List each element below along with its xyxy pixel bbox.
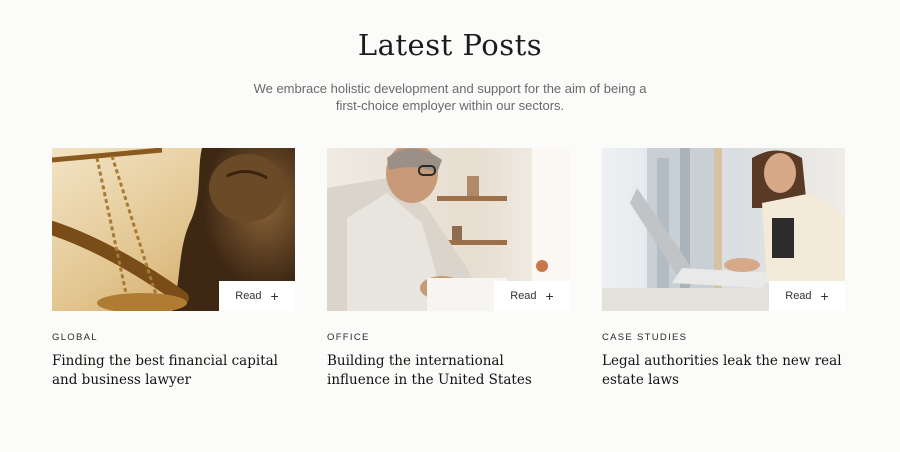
post-card: Read + GLOBAL Finding the best financial…	[52, 148, 295, 390]
plus-icon: +	[820, 288, 829, 304]
plus-icon: +	[270, 288, 279, 304]
read-button[interactable]: Read +	[219, 281, 295, 311]
read-button[interactable]: Read +	[769, 281, 845, 311]
post-card: Read + CASE STUDIES Legal authorities le…	[602, 148, 845, 390]
section-title: Latest Posts	[357, 28, 543, 62]
post-card: Read + OFFICE Building the international…	[327, 148, 570, 390]
post-category[interactable]: GLOBAL	[52, 332, 295, 343]
read-button[interactable]: Read +	[494, 281, 570, 311]
post-title[interactable]: Finding the best financial capital and b…	[52, 352, 295, 390]
post-title[interactable]: Building the international influence in …	[327, 352, 570, 390]
post-title[interactable]: Legal authorities leak the new real esta…	[602, 352, 845, 390]
post-image-woman-laptop[interactable]: Read +	[602, 148, 845, 311]
read-label: Read	[785, 290, 812, 302]
section-subtitle: We embrace holistic development and supp…	[253, 81, 647, 113]
post-image-justice-statue[interactable]: Read +	[52, 148, 295, 311]
plus-icon: +	[545, 288, 554, 304]
post-image-businessman-writing[interactable]: Read +	[327, 148, 570, 311]
post-category[interactable]: OFFICE	[327, 332, 570, 343]
read-label: Read	[235, 290, 262, 302]
read-label: Read	[510, 290, 537, 302]
post-category[interactable]: CASE STUDIES	[602, 332, 845, 343]
